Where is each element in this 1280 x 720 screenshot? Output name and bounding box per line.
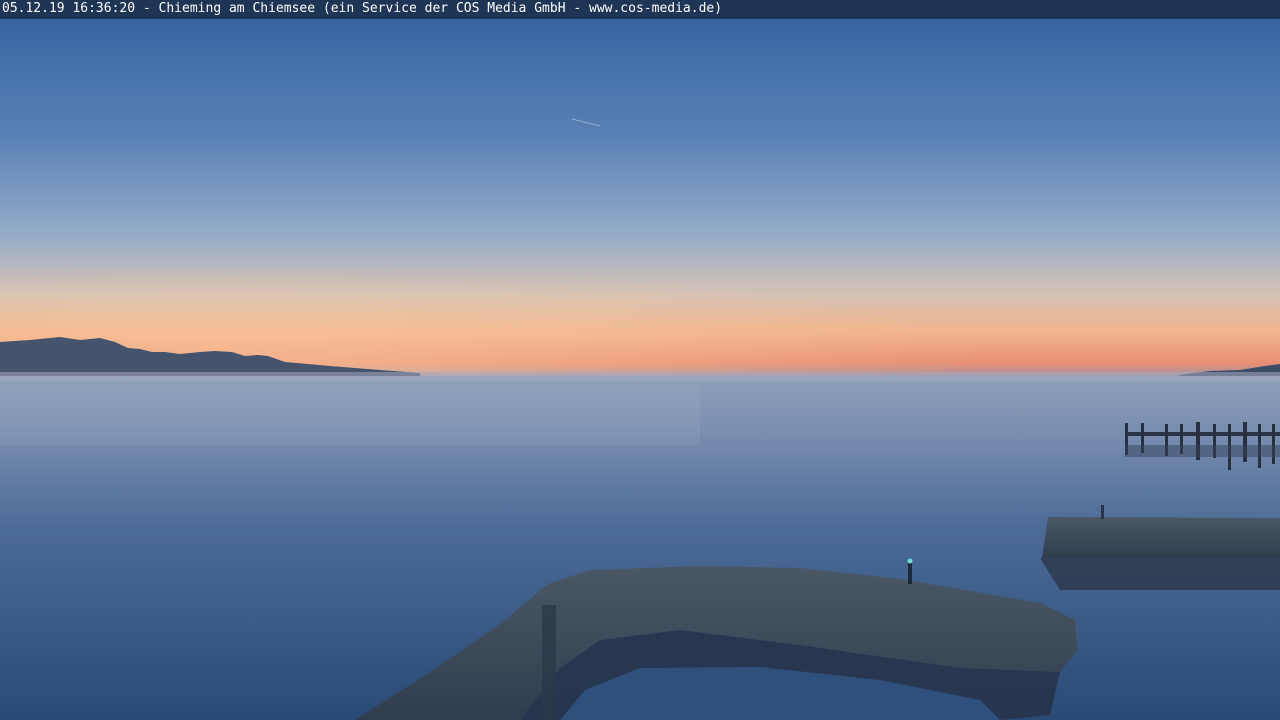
webcam-caption-text: 05.12.19 16:36:20 - Chieming am Chiemsee…: [2, 1, 723, 16]
pier-light: [907, 558, 913, 564]
webcam-image: [0, 0, 1280, 720]
horizon-haze: [0, 372, 1280, 382]
webcam-caption-bar: 05.12.19 16:36:20 - Chieming am Chiemsee…: [0, 0, 1280, 19]
sunset-glow: [0, 200, 1280, 378]
water-reflection: [0, 385, 700, 445]
